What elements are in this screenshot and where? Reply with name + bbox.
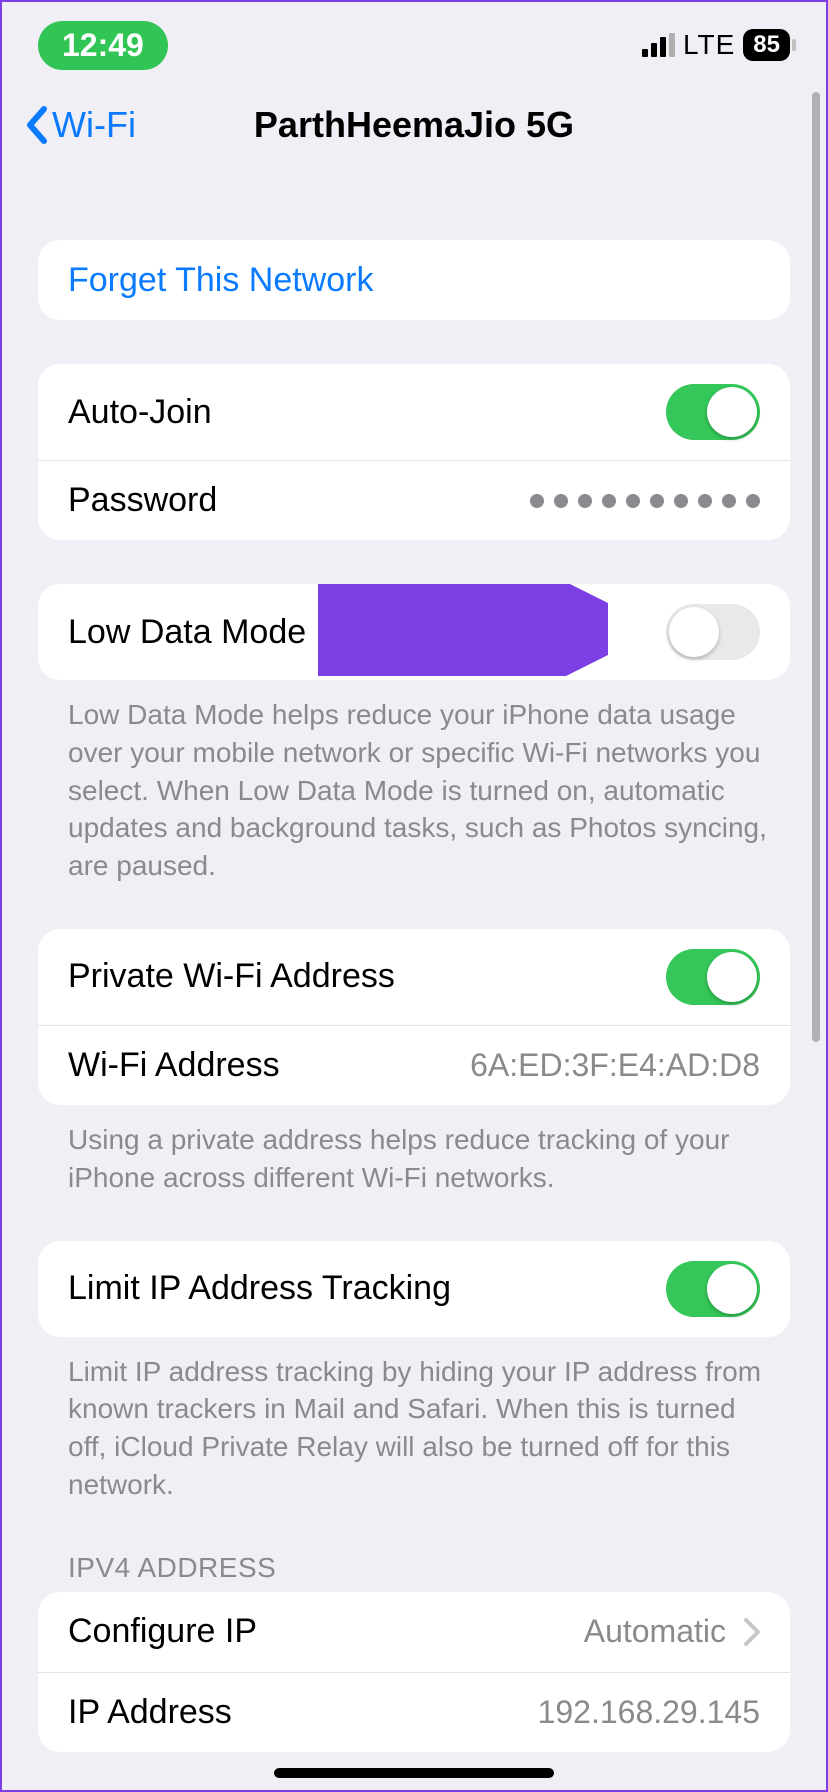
chevron-left-icon xyxy=(24,105,48,145)
group-connection: Auto-Join Password xyxy=(38,364,790,540)
low-data-mode-footer: Low Data Mode helps reduce your iPhone d… xyxy=(2,680,826,885)
network-type-label: LTE xyxy=(683,29,735,61)
password-label: Password xyxy=(68,481,217,520)
group-forget: Forget This Network xyxy=(38,240,790,320)
battery-icon: 85 xyxy=(743,29,790,61)
scroll-indicator xyxy=(812,92,820,1042)
password-dots xyxy=(530,494,760,508)
group-lowdata: Low Data Mode xyxy=(38,584,790,680)
limit-ip-tracking-label: Limit IP Address Tracking xyxy=(68,1269,451,1308)
group-ipv4: Configure IP Automatic IP Address 192.16… xyxy=(38,1592,790,1752)
wifi-address-row[interactable]: Wi-Fi Address 6A:ED:3F:E4:AD:D8 xyxy=(38,1025,790,1105)
private-address-footer: Using a private address helps reduce tra… xyxy=(2,1105,826,1197)
limit-ip-tracking-toggle[interactable] xyxy=(666,1261,760,1317)
configure-ip-value: Automatic xyxy=(584,1613,726,1650)
auto-join-row[interactable]: Auto-Join xyxy=(38,364,790,460)
configure-ip-row[interactable]: Configure IP Automatic xyxy=(38,1592,790,1672)
chevron-right-icon xyxy=(744,1618,760,1646)
back-button[interactable]: Wi-Fi xyxy=(24,104,136,146)
ip-address-label: IP Address xyxy=(68,1693,232,1732)
private-wifi-address-row[interactable]: Private Wi-Fi Address xyxy=(38,929,790,1025)
forget-network-label: Forget This Network xyxy=(68,261,373,300)
password-row[interactable]: Password xyxy=(38,460,790,540)
status-bar: 12:49 LTE 85 xyxy=(2,10,826,80)
home-indicator[interactable] xyxy=(274,1768,554,1778)
limit-ip-tracking-row[interactable]: Limit IP Address Tracking xyxy=(38,1241,790,1337)
forget-network-button[interactable]: Forget This Network xyxy=(38,240,790,320)
auto-join-label: Auto-Join xyxy=(68,393,212,432)
private-wifi-address-toggle[interactable] xyxy=(666,949,760,1005)
configure-ip-label: Configure IP xyxy=(68,1612,257,1651)
low-data-mode-label: Low Data Mode xyxy=(68,613,306,652)
ip-address-row[interactable]: IP Address 192.168.29.145 xyxy=(38,1672,790,1752)
auto-join-toggle[interactable] xyxy=(666,384,760,440)
cellular-signal-icon xyxy=(642,33,675,57)
low-data-mode-toggle[interactable] xyxy=(666,604,760,660)
ip-address-value: 192.168.29.145 xyxy=(538,1694,760,1731)
group-limit-ip: Limit IP Address Tracking xyxy=(38,1241,790,1337)
back-label: Wi-Fi xyxy=(52,104,136,146)
status-time[interactable]: 12:49 xyxy=(38,21,168,70)
nav-bar: Wi-Fi ParthHeemaJio 5G xyxy=(2,80,826,170)
wifi-address-label: Wi-Fi Address xyxy=(68,1046,280,1085)
ipv4-section-header: IPV4 ADDRESS xyxy=(2,1504,826,1592)
wifi-address-value: 6A:ED:3F:E4:AD:D8 xyxy=(470,1047,760,1084)
private-wifi-address-label: Private Wi-Fi Address xyxy=(68,957,395,996)
group-private-address: Private Wi-Fi Address Wi-Fi Address 6A:E… xyxy=(38,929,790,1105)
limit-ip-footer: Limit IP address tracking by hiding your… xyxy=(2,1337,826,1504)
low-data-mode-row[interactable]: Low Data Mode xyxy=(38,584,790,680)
